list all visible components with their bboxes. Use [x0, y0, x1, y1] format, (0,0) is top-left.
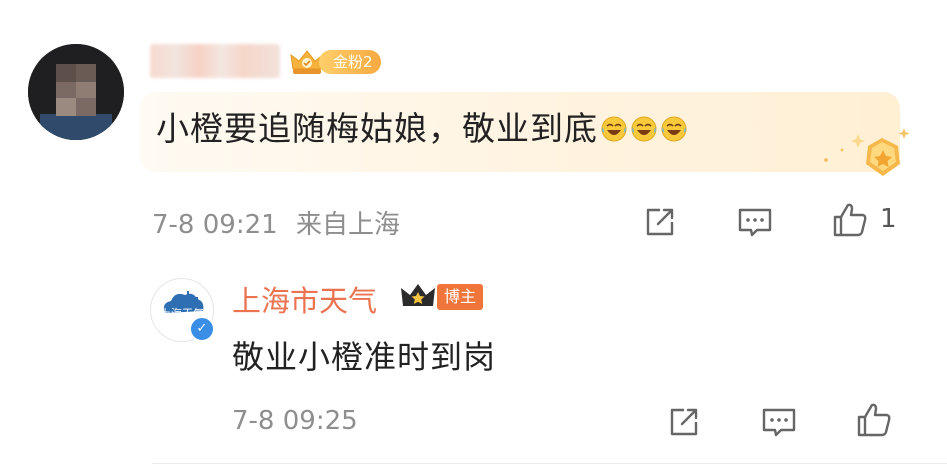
laugh-cry-emoji — [601, 116, 627, 142]
fan-level-badge: 金粉2 — [289, 48, 381, 76]
comment-meta: 7-8 09:21 来自上海 — [152, 204, 400, 241]
share-icon[interactable] — [664, 402, 704, 442]
reply-time: 7-8 09:25 — [232, 406, 358, 436]
crown-icon — [401, 284, 435, 306]
commenter-avatar[interactable] — [28, 44, 124, 140]
comment-text-row: 小橙要追随梅姑娘，敬业到底 — [156, 106, 688, 152]
bubble-star-decoration-icon — [824, 128, 910, 176]
blogger-badge: 博主 — [437, 284, 484, 310]
like-count: 1 — [880, 204, 897, 234]
divider — [152, 463, 947, 464]
like-icon[interactable] — [854, 400, 894, 440]
commenter-name-blurred[interactable] — [150, 44, 280, 78]
reply-author-name[interactable]: 上海市天气 — [232, 278, 377, 320]
comment-icon[interactable] — [759, 402, 799, 442]
reply-text: 敬业小橙准时到岗 — [232, 338, 497, 376]
laugh-cry-emoji — [631, 116, 657, 142]
like-icon[interactable] — [830, 200, 870, 240]
share-icon[interactable] — [640, 202, 680, 242]
comment-icon[interactable] — [735, 202, 775, 242]
verified-icon: ✓ — [189, 316, 215, 342]
comment-source: 来自上海 — [295, 210, 400, 240]
laugh-cry-emoji — [661, 116, 687, 142]
fan-badge-label: 金粉2 — [319, 50, 381, 74]
comment-time: 7-8 09:21 — [152, 210, 278, 240]
comment-text: 小橙要追随梅姑娘，敬业到底 — [156, 109, 598, 148]
